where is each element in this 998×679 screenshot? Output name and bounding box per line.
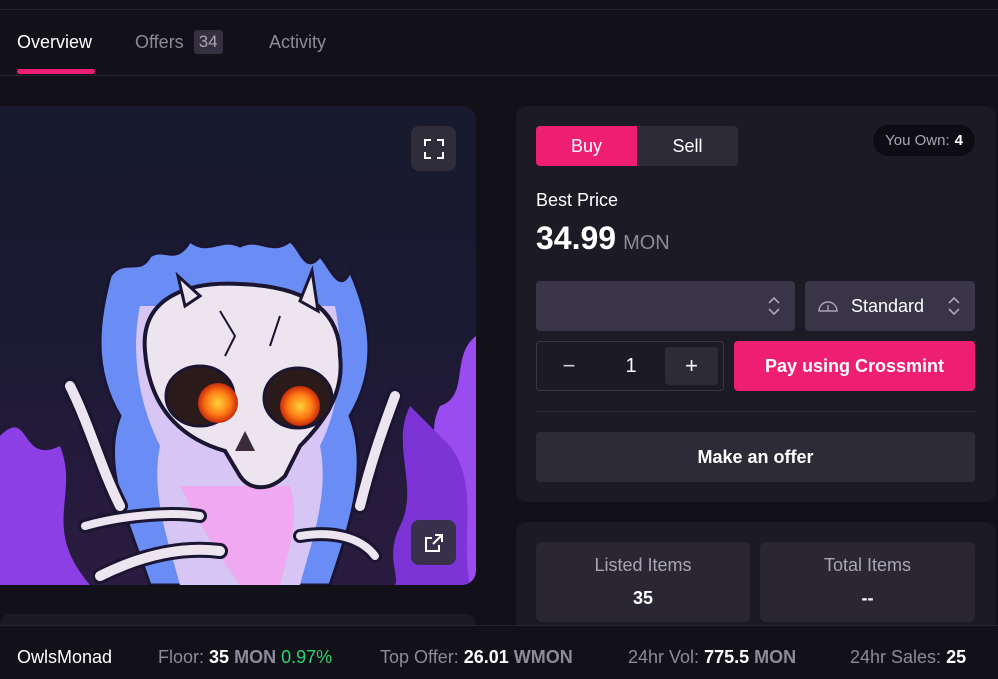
tab-bar: Overview Offers 34 Activity	[0, 10, 998, 76]
stat-label: Listed Items	[594, 555, 692, 575]
stat-value: 35	[632, 588, 654, 608]
sell-tab[interactable]: Sell	[637, 126, 738, 166]
volume-label: 24hr Vol:	[628, 647, 700, 667]
floor-change: 0.97%	[281, 647, 333, 667]
collection-stats-bar: OwlsMonad Floor: 35 MON 0.97% Top Offer:…	[0, 625, 998, 679]
quantity-stepper: − 1 +	[536, 341, 724, 391]
stat-total-items: Total Items --	[760, 542, 975, 622]
decrement-button[interactable]: −	[537, 347, 601, 385]
you-own-label: You Own:	[885, 132, 950, 149]
chevron-updown-icon	[768, 296, 780, 316]
volume-stat: 24hr Vol: 775.5 MON	[628, 647, 796, 668]
nft-artwork	[0, 238, 476, 585]
make-offer-button[interactable]: Make an offer	[536, 432, 975, 482]
top-divider	[0, 0, 998, 10]
sales-stat: 24hr Sales: 25	[850, 647, 966, 668]
tab-overview[interactable]: Overview	[17, 32, 92, 53]
pay-crossmint-button[interactable]: Pay using Crossmint	[734, 341, 975, 391]
active-tab-indicator	[17, 69, 95, 74]
tab-offers[interactable]: Offers 34	[135, 30, 223, 54]
stat-label: Total Items	[823, 555, 912, 575]
trade-panel: Buy Sell You Own: 4 Best Price 34.99 MON…	[516, 106, 996, 502]
floor-label: Floor:	[158, 647, 205, 667]
stats-panel: Listed Items 35 Total Items --	[516, 522, 996, 632]
top-offer-stat: Top Offer: 26.01 WMON	[380, 647, 573, 668]
volume-unit: MON	[754, 647, 797, 667]
you-own-value: 4	[954, 132, 963, 149]
floor-stat: Floor: 35 MON 0.97%	[158, 647, 332, 668]
collection-name[interactable]: OwlsMonad	[17, 647, 112, 668]
price-value: 34.99	[536, 220, 617, 256]
tab-activity[interactable]: Activity	[269, 32, 326, 53]
top-offer-unit: WMON	[513, 647, 573, 667]
buy-sell-toggle: Buy Sell	[536, 126, 738, 166]
chevron-updown-icon	[948, 296, 960, 316]
best-price-label: Best Price	[536, 190, 619, 210]
external-link-button[interactable]	[411, 520, 456, 565]
sales-label: 24hr Sales:	[850, 647, 942, 667]
tab-offers-label: Offers	[135, 31, 184, 52]
increment-button[interactable]: +	[665, 347, 718, 385]
speed-select-label: Standard	[851, 295, 925, 316]
offers-count-badge: 34	[193, 30, 223, 54]
you-own-badge: You Own: 4	[873, 125, 975, 156]
floor-value: 35	[209, 647, 230, 667]
nft-image-card	[0, 106, 476, 585]
floor-unit: MON	[234, 647, 277, 667]
expand-icon	[423, 138, 444, 159]
panel-divider	[536, 411, 975, 412]
tab-overview-label: Overview	[17, 32, 93, 52]
top-offer-value: 26.01	[463, 647, 509, 667]
top-offer-label: Top Offer:	[380, 647, 459, 667]
expand-button[interactable]	[411, 126, 456, 171]
external-link-icon	[424, 533, 443, 552]
speed-select[interactable]: Standard	[805, 281, 975, 331]
volume-value: 775.5	[704, 647, 750, 667]
sales-value: 25	[946, 647, 967, 667]
stat-listed-items: Listed Items 35	[536, 542, 750, 622]
stat-value: --	[861, 588, 874, 608]
price-unit: MON	[623, 232, 670, 254]
gauge-icon	[818, 301, 838, 312]
best-price: 34.99 MON	[536, 220, 670, 257]
tab-activity-label: Activity	[269, 32, 327, 52]
quantity-input[interactable]: 1	[601, 355, 661, 378]
payment-select[interactable]	[536, 281, 795, 331]
buy-tab[interactable]: Buy	[536, 126, 637, 166]
